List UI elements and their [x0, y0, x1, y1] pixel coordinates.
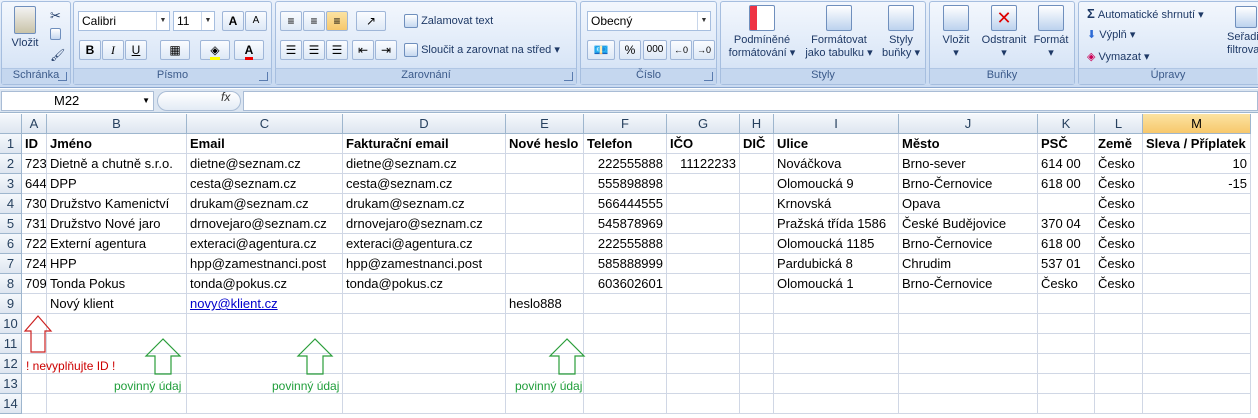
annotations-layer	[23, 315, 586, 375]
green-arrow-up-icon	[296, 338, 334, 375]
required-note-name: povinný údaj	[114, 379, 182, 393]
id-warning-note: ! nevyplňujte ID !	[26, 359, 116, 373]
green-arrow-up-icon	[548, 338, 586, 375]
required-note-email: povinný údaj	[272, 379, 340, 393]
required-note-password: povinný údaj	[515, 379, 583, 393]
red-arrow-up-icon	[23, 315, 53, 353]
green-arrow-up-icon	[144, 338, 182, 375]
